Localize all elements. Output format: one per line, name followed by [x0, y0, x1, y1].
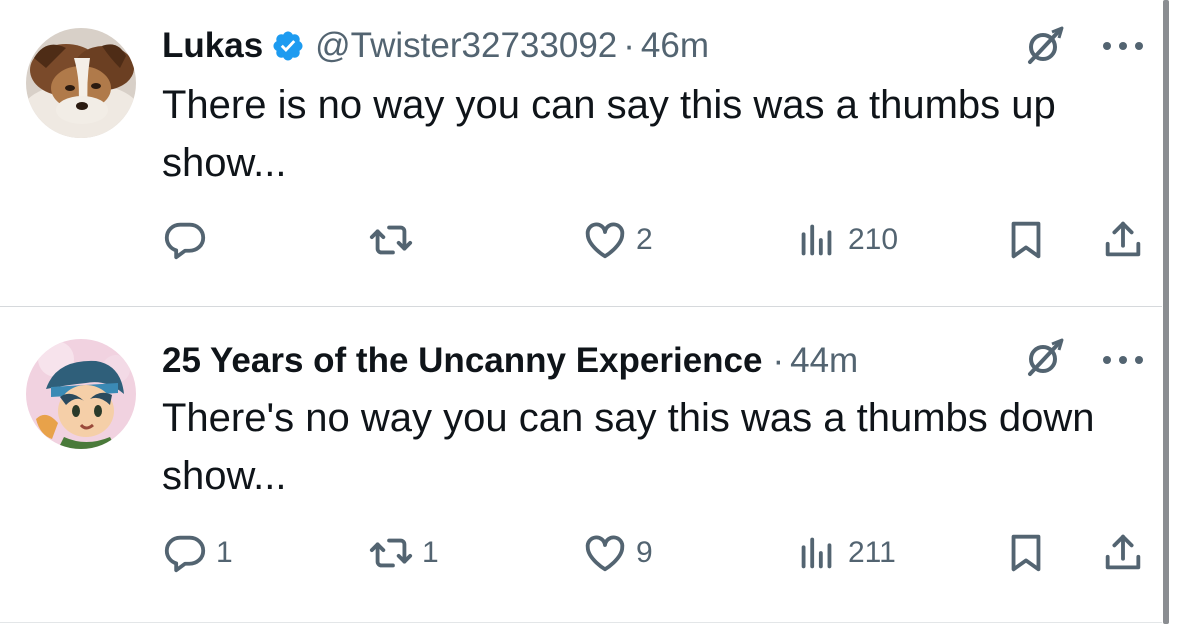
views-icon: [794, 217, 840, 263]
share-button[interactable]: [1100, 215, 1146, 265]
avatar[interactable]: [26, 28, 136, 138]
share-icon: [1100, 530, 1146, 576]
heart-icon: [582, 530, 628, 576]
bookmark-icon: [1003, 217, 1049, 263]
author-name[interactable]: Lukas: [162, 26, 263, 66]
reply-icon: [162, 530, 208, 576]
repost-button[interactable]: 1: [368, 528, 439, 578]
heart-icon: [582, 217, 628, 263]
bookmark-icon: [1003, 530, 1049, 576]
repost-button[interactable]: [368, 215, 422, 265]
repost-count: 1: [422, 536, 439, 569]
timestamp[interactable]: 46m: [641, 26, 709, 66]
views-button[interactable]: 211: [794, 528, 896, 578]
grok-icon[interactable]: [1022, 336, 1066, 380]
tweet-text: There's no way you can say this was a th…: [162, 396, 1095, 498]
avatar[interactable]: [26, 339, 136, 449]
share-button[interactable]: [1100, 528, 1146, 578]
reply-icon: [162, 217, 208, 263]
more-icon[interactable]: [1100, 39, 1146, 53]
tweet-header: 25 Years of the Uncanny Experience · 44m: [162, 341, 858, 381]
reply-button[interactable]: [162, 215, 216, 265]
separator: ·: [772, 341, 785, 380]
tweet[interactable]: Lukas @Twister32733092 · 46m There is no…: [0, 0, 1162, 306]
views-count: 211: [848, 536, 896, 569]
tweet-actions: 1 1 9 211: [0, 528, 1162, 578]
like-button[interactable]: 9: [582, 528, 653, 578]
author-name[interactable]: 25 Years of the Uncanny Experience: [162, 341, 762, 381]
tweet[interactable]: 25 Years of the Uncanny Experience · 44m…: [0, 307, 1162, 624]
views-button[interactable]: 210: [794, 215, 898, 265]
reply-count: 1: [216, 536, 233, 569]
repost-icon: [368, 530, 414, 576]
divider: [0, 622, 1162, 623]
grok-icon[interactable]: [1022, 24, 1066, 68]
bookmark-button[interactable]: [1003, 215, 1049, 265]
like-button[interactable]: 2: [582, 215, 653, 265]
tweet-actions: 2 210: [0, 215, 1162, 265]
views-icon: [794, 530, 840, 576]
separator: ·: [623, 26, 635, 65]
bookmark-button[interactable]: [1003, 528, 1049, 578]
tweet-header: Lukas @Twister32733092 · 46m: [162, 26, 709, 66]
tweet-text: There is no way you can say this was a t…: [162, 83, 1056, 185]
reply-button[interactable]: 1: [162, 528, 233, 578]
share-icon: [1100, 217, 1146, 263]
verified-badge-icon: [271, 29, 305, 63]
more-icon[interactable]: [1100, 353, 1146, 367]
like-count: 2: [636, 223, 653, 256]
author-handle[interactable]: @Twister32733092: [315, 26, 617, 66]
repost-icon: [368, 217, 414, 263]
views-count: 210: [848, 223, 899, 256]
timestamp[interactable]: 44m: [790, 341, 858, 381]
like-count: 9: [636, 536, 653, 569]
scrollbar[interactable]: [1163, 0, 1169, 624]
